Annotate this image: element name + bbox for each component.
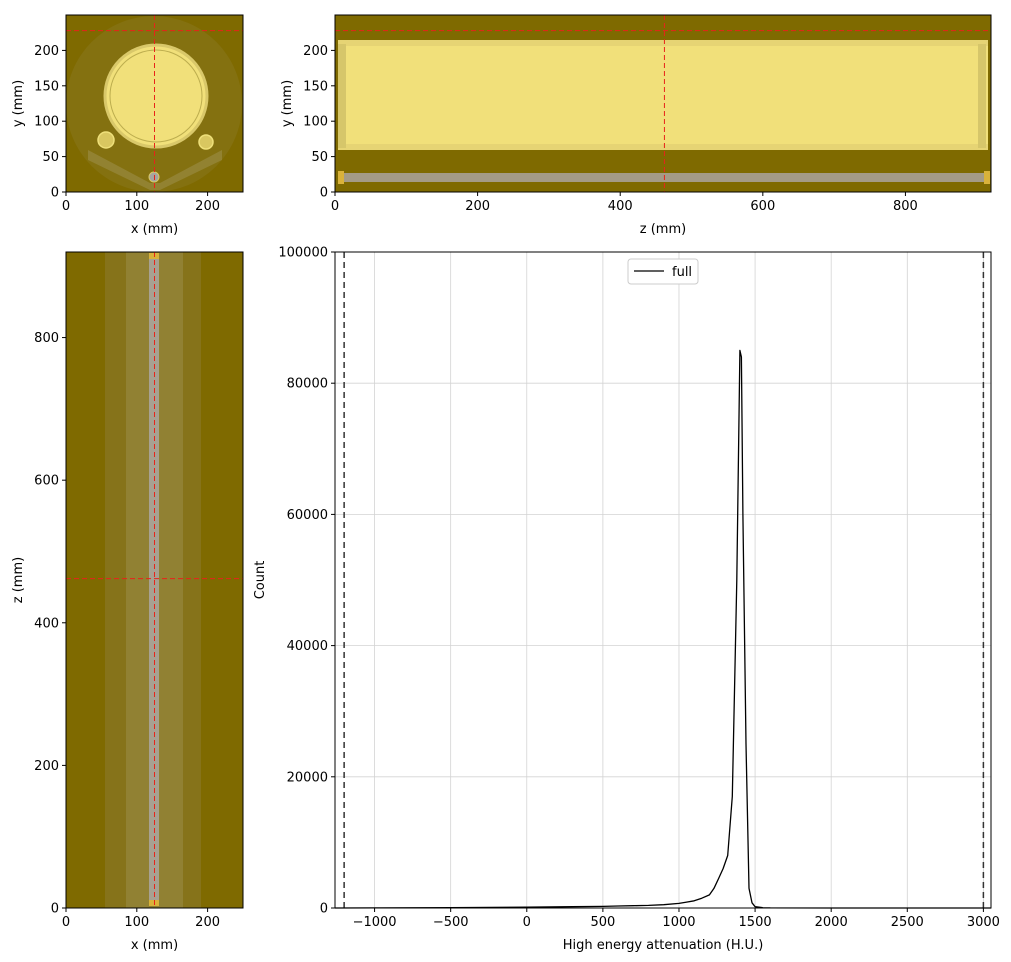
xz-xlabel: x (mm) (131, 938, 178, 953)
histogram-frame (334, 251, 992, 909)
zy-xtick-label: 400 (608, 199, 633, 214)
zy-xtick-label: 200 (465, 199, 490, 214)
zy-xlabel: z (mm) (640, 222, 686, 237)
histogram-xtick-label: 0 (523, 915, 531, 930)
axial-ytick-label: 50 (42, 150, 59, 165)
xz-xtick-label: 0 (62, 915, 70, 930)
axial-xtick-label: 0 (62, 199, 70, 214)
histogram-panel: −1000 −500 0 500 1000 1500 2000 2500 3000 0 20000 4… (253, 246, 1000, 954)
xz-panel: 0 100 200 0 200 400 600 800 x (mm) z (mm) (11, 251, 244, 953)
histogram-xtick-label: −500 (433, 915, 469, 930)
histogram-legend: full (627, 258, 699, 285)
zy-ytick-label: 150 (303, 79, 328, 94)
histogram-ytick-label: 80000 (287, 377, 328, 392)
axial-core (103, 43, 209, 149)
zy-panel: 0 200 400 600 800 0 50 100 150 200 z (mm) y (mm) (280, 14, 992, 237)
zy-core-top-liner (338, 40, 988, 46)
zy-core (338, 40, 988, 150)
zy-xtick-label: 800 (893, 199, 918, 214)
histogram-xtick-label: 1500 (739, 915, 772, 930)
axial-ytick-label: 150 (34, 79, 59, 94)
xz-xtick-label: 100 (124, 915, 149, 930)
axial-ytick-label: 100 (34, 115, 59, 130)
xz-xtick-label: 200 (195, 915, 220, 930)
histogram-xtick-label: 500 (590, 915, 615, 930)
xz-ylabel: z (mm) (11, 557, 26, 603)
axial-xlabel: x (mm) (131, 222, 178, 237)
axial-marker-left (97, 131, 115, 149)
histogram-series-line (334, 349, 991, 909)
xz-ytick-label: 0 (51, 902, 59, 917)
zy-ruler (338, 173, 988, 182)
figure: 0 100 200050100150200 x (mm) y (mm) 0 200 40… (11, 14, 1000, 954)
zy-endcap-left (338, 44, 346, 148)
histogram-xtick-label: 3000 (967, 915, 1000, 930)
histogram-ytick-label: 20000 (287, 770, 328, 785)
histogram-xlabel: High energy attenuation (H.U.) (563, 938, 764, 953)
zy-ruler-end-left (338, 171, 344, 184)
zy-ytick-label: 100 (303, 115, 328, 130)
histogram-grid (335, 251, 991, 909)
zy-core-bottom-liner (338, 144, 988, 150)
histogram-ytick-label: 0 (320, 902, 328, 917)
axial-xtick-label: 200 (195, 199, 220, 214)
histogram-xtick-label: −1000 (353, 915, 397, 930)
zy-xtick-label: 0 (331, 199, 339, 214)
zy-ylabel: y (mm) (280, 80, 295, 127)
histogram-ytick-label: 60000 (287, 508, 328, 523)
xz-ytick-label: 200 (34, 759, 59, 774)
axial-ytick-label: 0 (51, 186, 59, 201)
zy-ruler-end-right (984, 171, 990, 184)
histogram-ytick-label: 40000 (287, 639, 328, 654)
axial-xtick-label: 100 (124, 199, 149, 214)
xz-ytick-label: 400 (34, 616, 59, 631)
histogram-series (334, 349, 991, 909)
histogram-xtick-label: 2000 (815, 915, 848, 930)
zy-ytick-label: 0 (320, 186, 328, 201)
axial-ylabel: y (mm) (11, 80, 26, 127)
histogram-threshold-lines (343, 252, 985, 908)
histogram-xtick-label: 1000 (662, 915, 695, 930)
zy-endcap-right (978, 44, 986, 148)
histogram-ytick-label: 100000 (278, 246, 328, 261)
histogram-ylabel: Count (253, 561, 268, 600)
zy-ytick-label: 200 (303, 44, 328, 59)
axial-marker-right (198, 134, 214, 150)
xz-ytick-label: 600 (34, 474, 59, 489)
xz-ytick-label: 800 (34, 331, 59, 346)
histogram-ticks: −1000 −500 0 500 1000 1500 2000 2500 3000 0 20000 4… (278, 246, 1000, 931)
zy-ytick-label: 50 (311, 150, 328, 165)
histogram-xtick-label: 2500 (891, 915, 924, 930)
zy-xtick-label: 600 (750, 199, 775, 214)
legend-label: full (672, 265, 692, 280)
axial-panel: 0 100 200 0 50 100 150 200 x (mm) y (mm) (11, 14, 244, 237)
axial-ytick-label: 200 (34, 44, 59, 59)
